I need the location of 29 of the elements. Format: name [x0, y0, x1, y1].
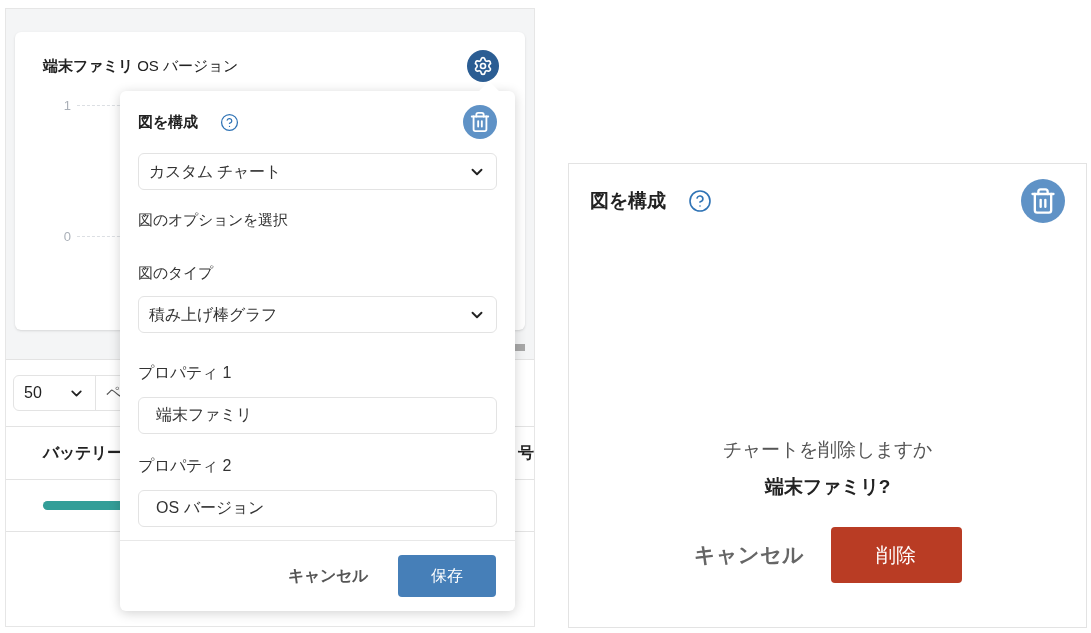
trash-icon: [1029, 187, 1057, 215]
panel-title: 図を構成: [590, 188, 666, 213]
property-field[interactable]: 端末ファミリ: [138, 397, 497, 434]
cancel-button[interactable]: キャンセル: [288, 564, 368, 588]
page-size-select[interactable]: 50: [14, 376, 96, 410]
chart-name: 端末ファミリ?: [764, 474, 891, 499]
delete-chart-button[interactable]: [1021, 179, 1065, 223]
trash-icon: [469, 111, 491, 133]
delete-chart-button[interactable]: [463, 105, 497, 139]
property-label: プロパティ 2: [138, 456, 233, 476]
property-label: プロパティ 1: [138, 363, 233, 383]
axis-tick-label: 0: [62, 227, 71, 246]
help-icon[interactable]: [688, 189, 712, 213]
delete-button[interactable]: 削除: [830, 527, 962, 583]
chart-type-select[interactable]: 積み上げ棒グラフ: [138, 296, 497, 333]
cancel-button[interactable]: キャンセル: [693, 539, 804, 571]
options-label: 図のオプションを選択: [138, 210, 289, 230]
property-field[interactable]: OS バージョン: [138, 490, 497, 527]
settings-icon: [473, 56, 493, 76]
help-icon[interactable]: [220, 112, 239, 132]
type-label: 図のタイプ: [138, 262, 215, 283]
column-header[interactable]: 号: [518, 441, 534, 465]
confirm-message: チャートを削除しますか: [723, 438, 932, 462]
chart-select[interactable]: カスタム チャート: [138, 153, 497, 190]
axis-tick-label: 1: [62, 97, 71, 115]
settings-button[interactable]: [467, 50, 499, 82]
save-button[interactable]: 保存: [398, 555, 496, 597]
panel-title: 図を構成: [138, 111, 198, 132]
card-title: 端末ファミリ OS バージョン: [43, 55, 238, 76]
